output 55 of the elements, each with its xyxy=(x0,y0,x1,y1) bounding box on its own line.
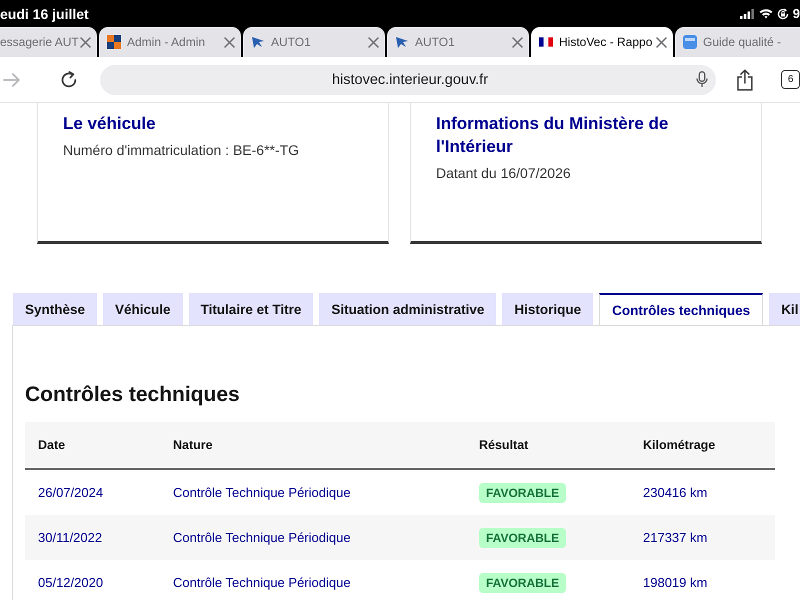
tab[interactable]: Contrôles techniques xyxy=(599,293,764,325)
browser-tab[interactable]: essagerie AUT xyxy=(0,27,97,57)
signal-icon xyxy=(740,8,754,18)
table-cell: 05/12/2020 xyxy=(25,560,160,600)
section-heading: Contrôles techniques xyxy=(25,382,241,408)
rotation-lock-icon xyxy=(776,8,789,20)
table-cell: Contrôle Technique Périodique xyxy=(160,515,466,560)
arrow-logo-icon xyxy=(251,35,265,49)
share-icon[interactable] xyxy=(736,68,754,90)
battery-percentage: 9 xyxy=(792,6,800,21)
wifi-icon xyxy=(758,8,773,19)
close-icon[interactable] xyxy=(368,36,379,48)
close-icon[interactable] xyxy=(224,36,235,48)
card-text: Datant du 16/07/2026 xyxy=(436,164,572,183)
flag-icon xyxy=(539,37,553,47)
table-cell: 230416 km xyxy=(630,469,775,515)
close-icon[interactable] xyxy=(512,36,523,48)
microphone-icon[interactable] xyxy=(696,71,708,88)
tab[interactable]: Titulaire et Titre xyxy=(188,293,314,325)
table-cell: 217337 km xyxy=(630,515,775,560)
table-cell: 198019 km xyxy=(630,560,775,600)
close-icon[interactable] xyxy=(656,36,667,48)
card-text: Numéro d'immatriculation : BE-6**-TG xyxy=(63,141,300,160)
status-badge: FAVORABLE xyxy=(479,482,566,502)
reload-icon[interactable] xyxy=(60,70,78,88)
tile-logo-icon xyxy=(683,35,697,49)
card-title: Le véhicule xyxy=(63,113,157,135)
column-header: Nature xyxy=(160,422,466,469)
status-badge: FAVORABLE xyxy=(479,572,566,592)
tab[interactable]: Historique xyxy=(502,293,594,325)
url-text: histovec.interieur.gouv.fr xyxy=(330,72,490,88)
tab[interactable]: Synthèse xyxy=(13,293,98,325)
table-cell: Contrôle Technique Périodique xyxy=(160,469,466,515)
grid-logo-icon xyxy=(107,35,121,49)
column-header: Résultat xyxy=(466,422,630,469)
column-header: Date xyxy=(25,422,160,469)
browser-tab[interactable]: AUTO1 xyxy=(243,27,385,57)
browser-tab[interactable]: AUTO1 xyxy=(387,27,529,57)
status-date: eudi 16 juillet xyxy=(0,6,89,22)
close-icon[interactable] xyxy=(80,36,91,48)
table-cell: 26/07/2024 xyxy=(25,469,160,515)
browser-tab[interactable]: Guide qualité - xyxy=(675,27,800,57)
card-title: Informations du Ministère de l'Intérieur xyxy=(436,113,670,158)
status-badge: FAVORABLE xyxy=(479,528,566,548)
tab[interactable]: Situation administrative xyxy=(319,293,496,325)
arrow-logo-icon xyxy=(395,35,409,49)
column-header: Kilométrage xyxy=(630,422,775,469)
tab[interactable]: Kil xyxy=(769,293,800,325)
table-cell: 30/11/2022 xyxy=(25,515,160,560)
browser-tab[interactable]: HistoVec - Rappo xyxy=(531,27,673,57)
table-cell: Contrôle Technique Périodique xyxy=(160,560,466,600)
tab[interactable]: Véhicule xyxy=(103,293,183,325)
tab-count-button[interactable]: 6 xyxy=(781,70,800,89)
browser-tab[interactable]: Admin - Admin xyxy=(99,27,241,57)
address-field[interactable]: histovec.interieur.gouv.fr xyxy=(100,64,716,94)
